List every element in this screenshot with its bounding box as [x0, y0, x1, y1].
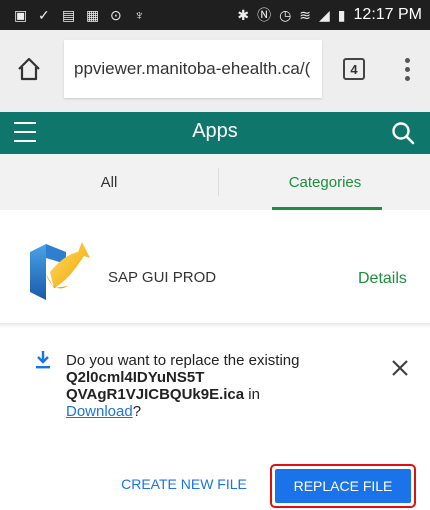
- search-icon[interactable]: [390, 120, 416, 146]
- close-icon[interactable]: [389, 357, 411, 379]
- home-icon: [18, 57, 40, 81]
- app-header: Apps: [0, 112, 430, 154]
- usb-icon: ♆: [134, 7, 145, 23]
- replace-file-button[interactable]: REPLACE FILE: [275, 469, 411, 503]
- notification-icons: ▣ ✓ ▤ ▦ ⊙ ♆: [0, 8, 148, 22]
- battery-icon: ▮: [337, 6, 346, 23]
- voicemail-icon: ⊙: [110, 7, 122, 23]
- filename-part-1: Q2l0cml4IDYuNS5T: [66, 369, 205, 386]
- app-name: SAP GUI PROD: [108, 269, 217, 286]
- gallery-icon: ▣: [14, 7, 28, 23]
- home-button[interactable]: [12, 52, 46, 86]
- prompt-suffix: ?: [132, 403, 142, 420]
- wifi-icon: ≋: [299, 6, 312, 23]
- filename-part-2: QVAgR1VJICBQUk9E.ica: [66, 386, 245, 403]
- signal-icon: ◢: [319, 6, 330, 23]
- clock: 12:17 PM: [353, 6, 422, 23]
- prompt-message: Do you want to replace the existing Q2l0…: [66, 352, 346, 420]
- chat-icon: ▦: [86, 7, 100, 23]
- system-icons: ✱ Ⓝ ◷ ≋ ◢ ▮ 12:17 PM: [237, 5, 430, 25]
- tab-bar: All Categories: [0, 154, 430, 210]
- create-new-file-button[interactable]: CREATE NEW FILE: [114, 468, 254, 500]
- alarm-icon: ◷: [279, 6, 292, 23]
- list-item[interactable]: SAP GUI PROD Details: [0, 210, 430, 328]
- image-icon: ▤: [62, 7, 76, 23]
- browser-toolbar: ppviewer.manitoba-ehealth.ca/( 4: [0, 30, 430, 112]
- overflow-menu-button[interactable]: [398, 52, 416, 86]
- url-text: ppviewer.manitoba-ehealth.ca/(: [74, 59, 311, 78]
- tab-divider: [218, 168, 219, 196]
- details-link[interactable]: Details: [358, 270, 407, 288]
- download-folder-link[interactable]: Download: [66, 403, 133, 420]
- download-replace-prompt: Do you want to replace the existing Q2l0…: [0, 328, 430, 510]
- dot: [404, 57, 410, 63]
- check-icon: ✓: [38, 7, 50, 23]
- dot: [404, 75, 410, 81]
- replace-file-highlight: REPLACE FILE: [270, 464, 416, 508]
- tab-switcher-button[interactable]: 4: [343, 58, 365, 80]
- tab-all[interactable]: All: [0, 154, 218, 210]
- address-bar[interactable]: ppviewer.manitoba-ehealth.ca/(: [64, 40, 322, 98]
- bluetooth-icon: ✱: [237, 6, 250, 23]
- tab-categories[interactable]: Categories: [220, 154, 430, 210]
- sap-gui-app-icon: [30, 242, 90, 300]
- in-word: in: [248, 386, 260, 403]
- prompt-prefix: Do you want to replace the existing: [66, 352, 300, 369]
- status-bar: ▣ ✓ ▤ ▦ ⊙ ♆ ✱ Ⓝ ◷ ≋ ◢ ▮ 12:17 PM: [0, 0, 430, 30]
- download-icon: [36, 351, 50, 369]
- nfc-icon: Ⓝ: [257, 7, 272, 23]
- page-title: Apps: [192, 120, 238, 142]
- dot: [404, 66, 410, 72]
